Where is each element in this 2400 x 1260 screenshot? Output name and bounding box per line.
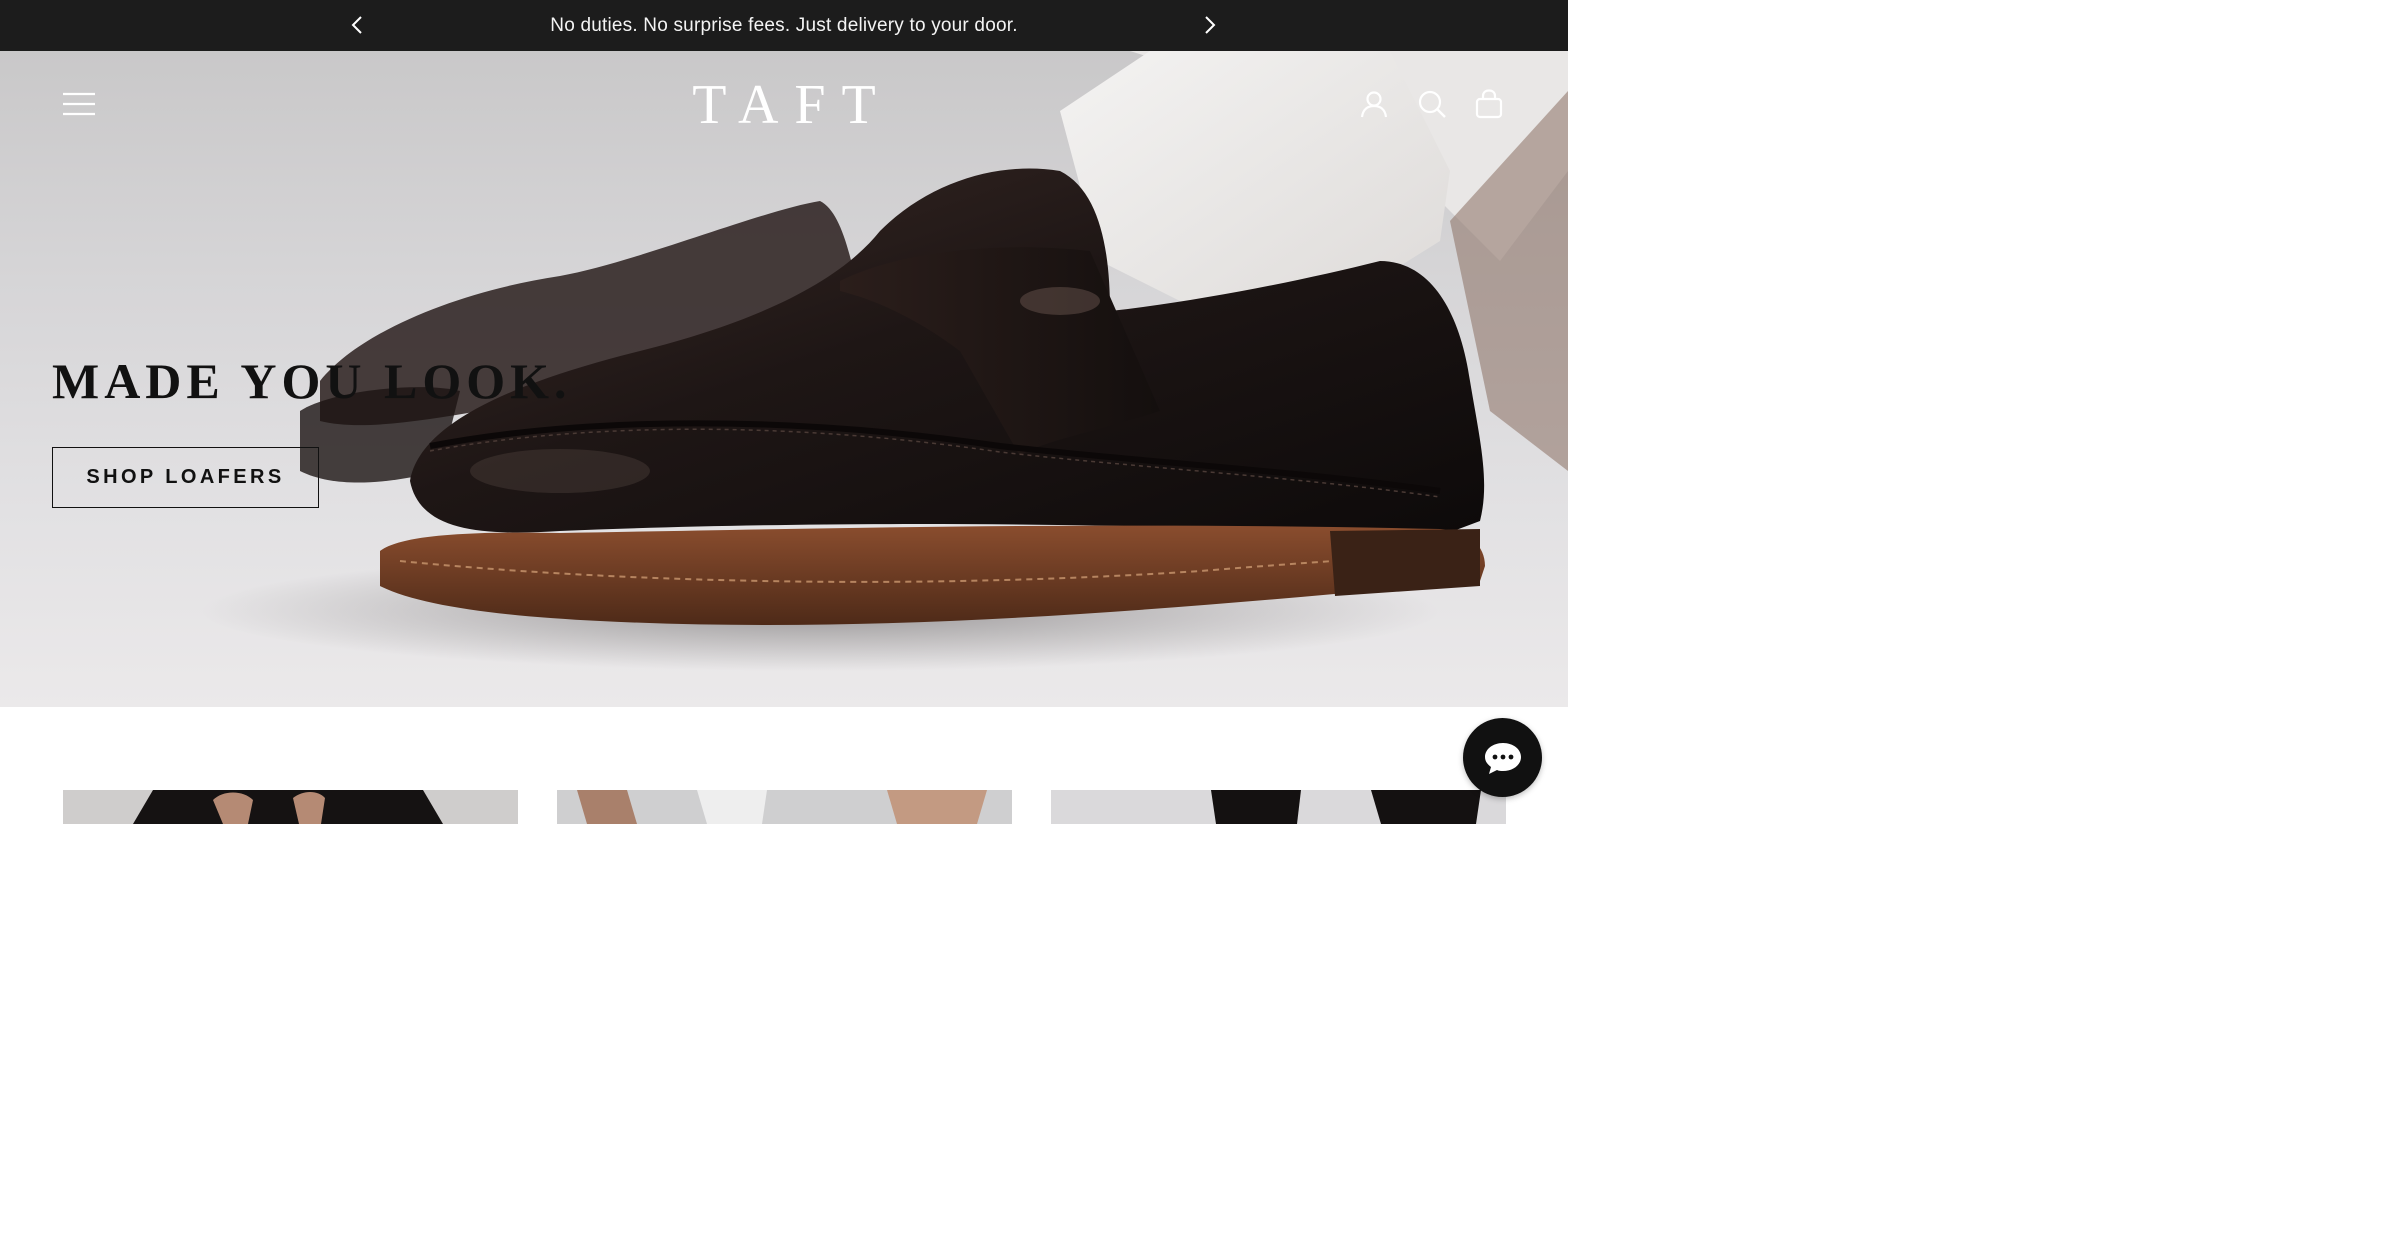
collection-tile[interactable]	[1051, 790, 1506, 824]
chat-bubble-icon[interactable]	[1463, 718, 1542, 797]
site-logo[interactable]: TAFT	[584, 73, 984, 137]
user-icon[interactable]	[1359, 89, 1389, 119]
chevron-left-icon[interactable]	[346, 14, 368, 36]
collection-tile[interactable]	[557, 790, 1012, 824]
hero-title: MADE YOU LOOK.	[52, 353, 572, 409]
chevron-right-icon[interactable]	[1199, 14, 1221, 36]
shop-loafers-button[interactable]: SHOP LOAFERS	[52, 447, 319, 508]
announcement-text: No duties. No surprise fees. Just delive…	[550, 14, 1018, 36]
hamburger-menu-icon[interactable]	[60, 89, 98, 119]
search-icon[interactable]	[1417, 89, 1447, 119]
collection-tile[interactable]	[63, 790, 518, 824]
announcement-bar: No duties. No surprise fees. Just delive…	[0, 0, 1568, 51]
shopping-bag-icon[interactable]	[1474, 89, 1504, 119]
site-header: TAFT	[0, 51, 1568, 159]
